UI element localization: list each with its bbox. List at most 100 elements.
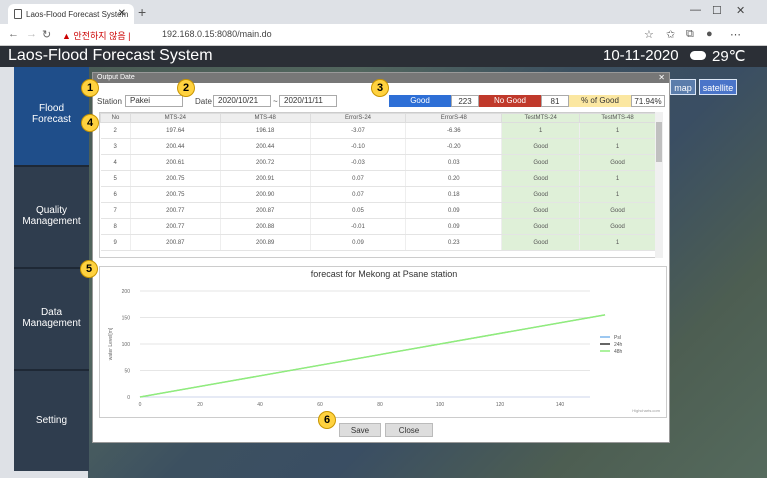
table-cell: 200.88 [220,218,311,235]
security-warning[interactable]: ▲ 안전하지 않음 | [62,29,130,42]
x-tick-label: 20 [197,402,203,408]
table-row[interactable]: 7 200.77 200.87 0.05 0.09 Good Good [100,202,656,219]
table-row[interactable]: 8 200.77 200.88 -0.01 0.09 Good Good [100,218,656,235]
annotation-badge-5: 5 [80,260,98,278]
table-cell: 1 [501,122,581,139]
table-cell: 1 [579,138,656,155]
table-cell: 200.75 [130,170,221,187]
table-cell: 0.18 [405,186,503,203]
pct-good-value: 71.94% [631,95,665,107]
sidebar-label: Flood [38,103,64,114]
table-cell: 200.87 [220,202,311,219]
output-dialog: Output Date ✕ Station Pakei Date 2020/10… [92,72,670,443]
date-label: Date [195,97,212,106]
x-tick-label: 40 [257,402,263,408]
annotation-badge-1: 1 [81,79,99,97]
dialog-close-icon[interactable]: ✕ [658,73,665,82]
table-cell: Good [501,170,581,187]
table-header-cell[interactable]: MTS-48 [219,113,311,123]
map-button[interactable]: map [670,79,696,95]
dialog-title: Output Date [97,74,135,81]
table-cell: -6.36 [405,122,503,139]
date-to-input[interactable]: 2020/11/11 [279,95,337,107]
table-cell: 0.20 [405,170,503,187]
date-separator: ~ [273,97,278,106]
app-header: Laos-Flood Forecast System 10-11-2020 29… [0,46,767,67]
table-cell: 0.03 [405,154,503,171]
new-tab-icon[interactable]: + [138,4,146,20]
table-header-cell[interactable]: TestMTS-48 [579,113,656,123]
star-icon[interactable]: ☆ [644,28,654,41]
close-window-icon[interactable]: ✕ [736,4,745,17]
table-cell: Good [501,218,581,235]
x-tick-label: 120 [496,402,505,408]
profile-icon[interactable]: ● [706,28,713,40]
sidebar-item-quality-management[interactable]: Quality Management [14,167,89,269]
table-cell: 0.09 [405,202,503,219]
table-cell: 9 [100,234,131,251]
table-header-cell[interactable]: No [100,113,131,123]
table-scrollbar[interactable] [655,112,663,258]
close-button[interactable]: Close [385,423,433,437]
table-header-cell[interactable]: ErrorS-48 [405,113,503,123]
url-text[interactable]: 192.168.0.15:8080/main.do [162,29,272,39]
table-header-cell[interactable]: ErrorS-24 [309,113,407,123]
reload-icon[interactable]: ↻ [42,28,51,41]
table-cell: Good [501,202,581,219]
table-row[interactable]: 9 200.87 200.89 0.09 0.23 Good 1 [100,234,656,251]
temperature: 29℃ [712,48,746,65]
table-cell: Good [579,202,656,219]
annotation-badge-6: 6 [318,411,336,429]
browser-tab[interactable]: Laos-Flood Forecast System ✕ [8,4,134,24]
x-tick-label: 80 [377,402,383,408]
table-row[interactable]: 3 200.44 200.44 -0.10 -0.20 Good 1 [100,138,656,155]
sidebar-item-setting[interactable]: Setting [14,371,89,471]
x-tick-label: 60 [317,402,323,408]
sidebar-label: Management [22,318,81,329]
table-cell: 1 [579,170,656,187]
table-cell: 6 [100,186,131,203]
table-header-cell[interactable]: TestMTS-24 [501,113,581,123]
y-tick-label: 0 [127,395,130,401]
back-icon[interactable]: ← [8,28,19,40]
sidebar-label: Forecast [32,114,71,125]
collections-icon[interactable]: ⧉ [686,28,694,41]
minimize-icon[interactable]: — [690,4,701,16]
sidebar-label: Management [22,216,81,227]
save-button[interactable]: Save [339,423,381,437]
satellite-button[interactable]: satellite [699,79,737,95]
close-tab-icon[interactable]: ✕ [118,8,126,19]
favorites-icon[interactable]: ✩ [666,28,675,41]
app-title: Laos-Flood Forecast System [8,47,213,64]
table-cell: -0.01 [310,218,407,235]
forward-icon[interactable]: → [26,28,37,40]
chart-svg: 0 50 100 150 200 0 20 40 60 80 100 120 140 water Leve… [108,289,661,413]
station-input[interactable]: Pakei [125,95,183,107]
table-cell: 7 [100,202,131,219]
table-row[interactable]: 4 200.61 200.72 -0.03 0.03 Good Good [100,154,656,171]
station-label: Station [97,97,122,106]
table-row[interactable]: 5 200.75 200.91 0.07 0.20 Good 1 [100,170,656,187]
more-icon[interactable]: ⋯ [730,28,741,41]
sidebar-item-data-management[interactable]: Data Management [14,269,89,371]
good-label: Good [389,95,451,107]
scrollbar-thumb[interactable] [656,122,662,162]
table-cell: 200.89 [220,234,311,251]
annotation-badge-4: 4 [81,114,99,132]
table-cell: Good [501,186,581,203]
table-cell: 2 [100,122,131,139]
date-from-input[interactable]: 2020/10/21 [213,95,271,107]
table-cell: 197.64 [130,122,221,139]
tab-title: Laos-Flood Forecast System [26,10,129,19]
nogood-count: 81 [541,95,569,107]
browser-tabbar: Laos-Flood Forecast System ✕ + — ☐ ✕ [0,0,767,24]
legend-item: 24h [614,342,623,348]
table-cell: 200.72 [220,154,311,171]
table-cell: 4 [100,154,131,171]
table-row[interactable]: 6 200.75 200.90 0.07 0.18 Good 1 [100,186,656,203]
sidebar-item-flood-forecast[interactable]: Flood Forecast [14,67,89,167]
table-row[interactable]: 2 197.64 196.18 -3.07 -6.36 1 1 [100,122,656,139]
table-header-cell[interactable]: MTS-24 [129,113,221,123]
table-cell: 200.91 [220,170,311,187]
maximize-icon[interactable]: ☐ [712,4,722,17]
